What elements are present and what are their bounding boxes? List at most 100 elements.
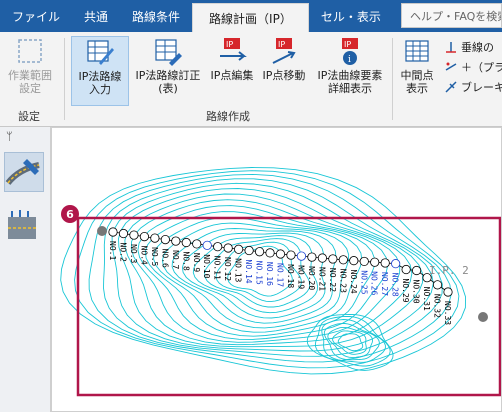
plus-station-label: ＋（プラ: [461, 61, 502, 74]
drawing-canvas[interactable]: NO.1 NO.2 NO.3 NO.4 NO.5 NO.6 NO.7 NO.8 NO.9 NO.1…: [51, 127, 502, 412]
pin-icon[interactable]: ᛘ: [6, 130, 13, 143]
help-search-placeholder: ヘルプ・FAQを検索: [410, 9, 502, 23]
station-label: NO.26: [370, 271, 379, 295]
help-search-input[interactable]: ヘルプ・FAQを検索: [401, 3, 502, 28]
tab-cell-display[interactable]: セル・表示: [309, 0, 393, 32]
work-area-settings-line1: 作業範囲: [8, 69, 52, 82]
plus-icon: [445, 62, 457, 71]
station-marker[interactable]: [202, 240, 212, 250]
ip-curve-detail-line1: IP法曲線要素: [317, 69, 383, 82]
station-label: NO.11: [213, 256, 222, 280]
midpoint-display-line2: 表示: [406, 82, 428, 95]
ip-route-edit-table-line2: (表): [158, 82, 178, 95]
station-marker[interactable]: [349, 256, 359, 266]
station-marker[interactable]: [359, 256, 369, 267]
midpoint-display-button[interactable]: 中間点 表示: [396, 36, 438, 95]
ip-move-icon: IP: [272, 38, 296, 64]
ip-route-input-line2: 入力: [89, 83, 111, 96]
station-marker[interactable]: [370, 257, 380, 267]
station-marker[interactable]: [213, 242, 223, 252]
station-marker[interactable]: [139, 231, 150, 242]
station-label: NO.15: [255, 261, 264, 285]
tab-route-plan-ip[interactable]: 路線計画（IP）: [192, 3, 309, 32]
tab-route-conditions[interactable]: 路線条件: [120, 0, 192, 32]
station-label: NO.20: [307, 266, 316, 290]
station-marker[interactable]: [223, 243, 233, 253]
route-end-point[interactable]: [478, 312, 488, 322]
ip-point-edit-label: IP点編集: [210, 69, 254, 82]
station-label: NO.18: [286, 264, 295, 288]
work-area-settings-line2: 設定: [19, 82, 41, 95]
left-tool-panel: ᛘ: [0, 127, 51, 412]
road-view-tool-button[interactable]: [4, 207, 44, 247]
tab-file[interactable]: ファイル: [0, 0, 72, 32]
station-marker[interactable]: [254, 247, 265, 257]
station-marker[interactable]: [171, 236, 181, 246]
station-label: NO.10: [202, 254, 211, 278]
station-marker[interactable]: [443, 287, 453, 297]
station-label: NO.29: [401, 279, 410, 303]
station-marker[interactable]: [129, 230, 139, 240]
tab-common[interactable]: 共通: [72, 0, 120, 32]
station-marker[interactable]: [192, 239, 202, 249]
callout-number: 6: [66, 208, 74, 221]
station-marker[interactable]: [338, 255, 348, 265]
perpendicular-button[interactable]: 垂線の: [444, 39, 494, 55]
route-draw-tool-button[interactable]: [4, 152, 44, 192]
ip-route-input-button[interactable]: IP法路線 入力: [71, 36, 129, 106]
station-marker[interactable]: [118, 228, 129, 239]
station-marker[interactable]: [244, 245, 254, 256]
station-label: NO.25: [359, 270, 368, 294]
station-label: NO.28: [391, 273, 400, 297]
station-marker[interactable]: [275, 249, 286, 259]
perpendicular-label: 垂線の: [461, 41, 494, 54]
station-marker[interactable]: [296, 251, 307, 261]
ip-route-input-line1: IP法路線: [78, 70, 122, 83]
station-marker[interactable]: [317, 253, 327, 263]
station-marker[interactable]: [380, 258, 390, 268]
group-separator: [392, 38, 393, 120]
station-marker[interactable]: [432, 280, 443, 290]
station-label: NO.13: [234, 258, 243, 282]
ip-point-edit-button[interactable]: IP IP点編集: [207, 36, 257, 82]
ip-curve-detail-button[interactable]: IP i IP法曲線要素 詳細表示: [311, 36, 389, 95]
brake-icon: [445, 81, 457, 93]
route-draw-icon: [5, 159, 40, 185]
station-label: NO.14: [244, 260, 253, 284]
route-pencil-icon: [87, 40, 114, 65]
station-marker[interactable]: [328, 254, 338, 264]
group-label-settings: 設定: [18, 110, 40, 123]
brake-label: ブレーキ: [461, 81, 502, 94]
ribbon-panel: 作業範囲 設定 設定 IP法路線 入力 IP法路線訂正 (表) IP IP点編集: [0, 32, 502, 127]
station-marker[interactable]: [411, 265, 422, 276]
ip-route-edit-table-button[interactable]: IP法路線訂正 (表): [132, 36, 204, 95]
plus-station-button[interactable]: ＋（プラ: [444, 59, 502, 75]
perpendicular-icon: [446, 42, 456, 53]
ip-point-move-label: IP点移動: [262, 69, 306, 82]
station-marker[interactable]: [265, 248, 275, 258]
group-label-route: 路線作成: [206, 110, 250, 123]
station-label: NO.3: [129, 244, 138, 263]
station-marker[interactable]: [401, 264, 411, 275]
work-area-settings-button[interactable]: 作業範囲 設定: [6, 36, 54, 95]
station-marker[interactable]: [108, 227, 118, 237]
station-marker[interactable]: [286, 250, 296, 260]
svg-text:i: i: [348, 55, 351, 65]
station-label: NO.12: [223, 257, 232, 281]
station-marker[interactable]: [307, 252, 317, 262]
station-marker[interactable]: [150, 233, 160, 243]
brake-button[interactable]: ブレーキ: [444, 79, 502, 95]
station-marker[interactable]: [181, 237, 191, 248]
station-label: NO.1: [108, 241, 117, 260]
route-start-point[interactable]: [97, 226, 107, 236]
station-label: NO.9: [192, 253, 201, 272]
station-marker[interactable]: [234, 244, 244, 254]
station-label: NO.21: [317, 267, 326, 291]
station-label: NO.16: [265, 262, 274, 286]
group-separator: [64, 38, 65, 120]
station-marker[interactable]: [160, 234, 170, 245]
station-marker[interactable]: [391, 259, 401, 269]
dashed-rect-icon: [18, 39, 42, 63]
table-edit-icon: [155, 39, 182, 66]
ip-point-move-button[interactable]: IP IP点移動: [259, 36, 309, 82]
